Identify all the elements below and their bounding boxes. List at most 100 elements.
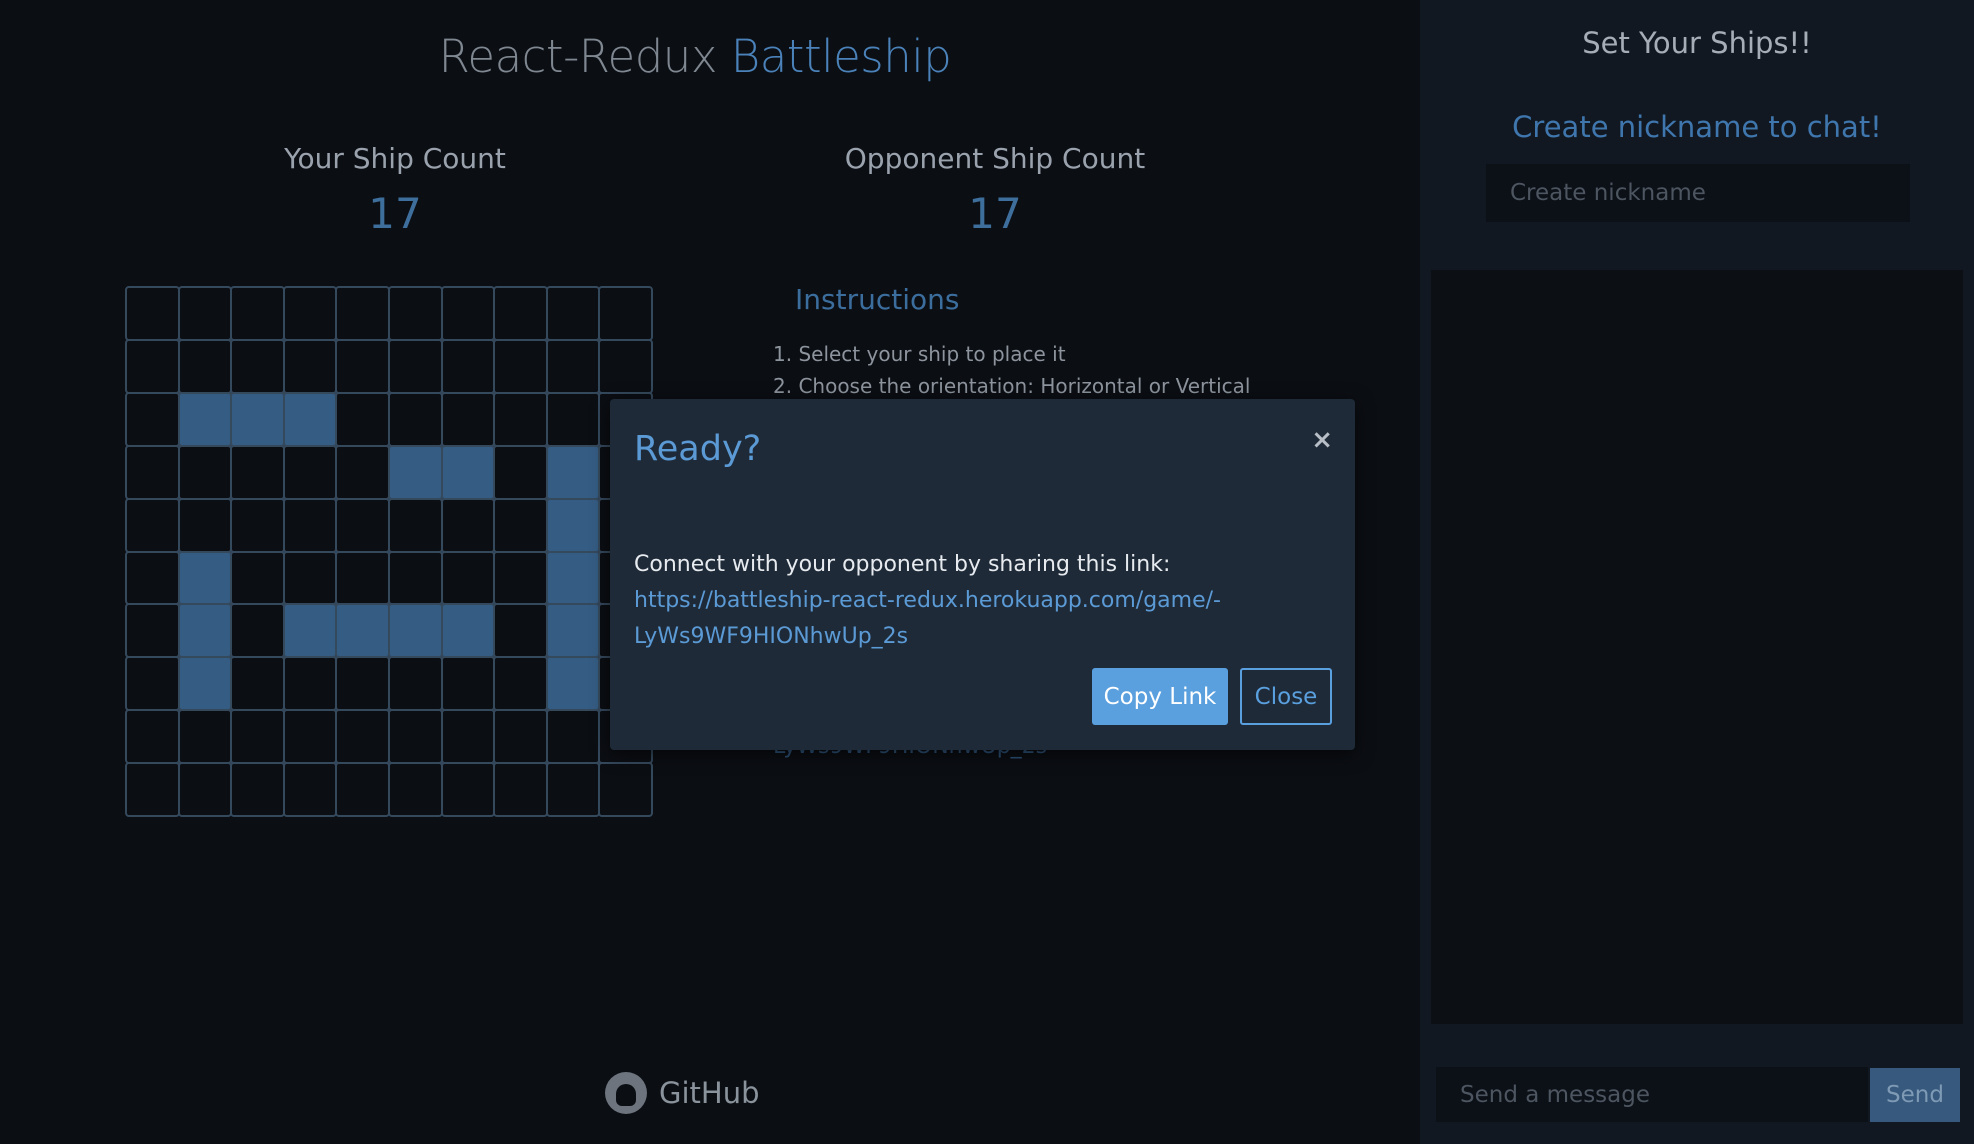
- board-cell[interactable]: [125, 391, 180, 447]
- nickname-input[interactable]: [1486, 164, 1910, 222]
- board-cell-ship[interactable]: [440, 603, 496, 659]
- board-cell-ship[interactable]: [177, 656, 233, 712]
- board-cell-ship[interactable]: [545, 656, 601, 712]
- board-cell[interactable]: [230, 444, 285, 500]
- board-cell[interactable]: [493, 391, 548, 447]
- board-cell[interactable]: [335, 497, 390, 553]
- board-cell[interactable]: [493, 444, 548, 500]
- board-cell[interactable]: [230, 497, 285, 553]
- board-cell[interactable]: [230, 709, 285, 765]
- board-cell[interactable]: [282, 762, 338, 817]
- board-cell[interactable]: [545, 391, 601, 447]
- board-cell[interactable]: [282, 497, 338, 553]
- board-cell[interactable]: [335, 762, 390, 817]
- board-cell[interactable]: [387, 762, 443, 817]
- board-cell[interactable]: [230, 338, 285, 394]
- message-input[interactable]: [1436, 1067, 1868, 1122]
- board-cell[interactable]: [125, 338, 180, 394]
- copy-link-button[interactable]: Copy Link: [1092, 668, 1228, 725]
- board-cell[interactable]: [282, 709, 338, 765]
- board-cell[interactable]: [335, 338, 390, 394]
- board-cell[interactable]: [282, 550, 338, 606]
- board-cell[interactable]: [387, 286, 443, 341]
- board-cell[interactable]: [493, 762, 548, 817]
- board-cell[interactable]: [598, 338, 653, 394]
- board-cell-ship[interactable]: [177, 603, 233, 659]
- board-cell[interactable]: [125, 286, 180, 341]
- board-cell[interactable]: [230, 286, 285, 341]
- board-cell[interactable]: [125, 603, 180, 659]
- board-cell-ship[interactable]: [177, 391, 233, 447]
- board-cell[interactable]: [545, 709, 601, 765]
- board-cell-ship[interactable]: [545, 497, 601, 553]
- board-cell-ship[interactable]: [282, 391, 338, 447]
- board-cell[interactable]: [282, 338, 338, 394]
- board-cell[interactable]: [335, 550, 390, 606]
- board-cell-ship[interactable]: [545, 444, 601, 500]
- board-cell[interactable]: [335, 444, 390, 500]
- board-cell-ship[interactable]: [387, 444, 443, 500]
- board-cell[interactable]: [493, 603, 548, 659]
- board-cell[interactable]: [230, 762, 285, 817]
- board-cell[interactable]: [230, 550, 285, 606]
- board-cell[interactable]: [387, 709, 443, 765]
- board-cell-ship[interactable]: [387, 603, 443, 659]
- board-cell[interactable]: [230, 603, 285, 659]
- board-cell-ship[interactable]: [440, 444, 496, 500]
- board-cell[interactable]: [545, 762, 601, 817]
- board-cell[interactable]: [440, 709, 496, 765]
- board-cell[interactable]: [125, 709, 180, 765]
- board-cell-ship[interactable]: [282, 603, 338, 659]
- board-cell[interactable]: [598, 762, 653, 817]
- board-cell[interactable]: [440, 762, 496, 817]
- board-cell[interactable]: [545, 286, 601, 341]
- board-cell[interactable]: [493, 550, 548, 606]
- board-cell[interactable]: [282, 444, 338, 500]
- board-cell[interactable]: [230, 656, 285, 712]
- board-cell[interactable]: [493, 338, 548, 394]
- board-cell[interactable]: [440, 550, 496, 606]
- board-cell-ship[interactable]: [545, 603, 601, 659]
- share-link[interactable]: https://battleship-react-redux.herokuapp…: [634, 588, 1221, 649]
- board-cell[interactable]: [493, 286, 548, 341]
- board-cell[interactable]: [282, 286, 338, 341]
- board-cell[interactable]: [125, 656, 180, 712]
- board-cell-ship[interactable]: [230, 391, 285, 447]
- board-cell[interactable]: [125, 762, 180, 817]
- board-cell[interactable]: [387, 338, 443, 394]
- board-cell[interactable]: [125, 497, 180, 553]
- board-cell[interactable]: [387, 550, 443, 606]
- board-cell[interactable]: [177, 338, 233, 394]
- board-cell[interactable]: [440, 391, 496, 447]
- board-cell[interactable]: [598, 286, 653, 341]
- board-cell[interactable]: [545, 338, 601, 394]
- board-cell[interactable]: [125, 444, 180, 500]
- close-button[interactable]: Close: [1240, 668, 1332, 725]
- board-cell[interactable]: [177, 762, 233, 817]
- board-cell[interactable]: [125, 550, 180, 606]
- board-cell-ship[interactable]: [335, 603, 390, 659]
- board-cell[interactable]: [177, 444, 233, 500]
- board-cell[interactable]: [440, 338, 496, 394]
- board-cell[interactable]: [335, 286, 390, 341]
- board-cell[interactable]: [387, 656, 443, 712]
- board-cell[interactable]: [177, 286, 233, 341]
- board-cell[interactable]: [335, 709, 390, 765]
- board-cell[interactable]: [335, 656, 390, 712]
- board-cell[interactable]: [493, 497, 548, 553]
- board-cell[interactable]: [440, 656, 496, 712]
- board-cell[interactable]: [177, 497, 233, 553]
- board-cell[interactable]: [493, 709, 548, 765]
- board-cell[interactable]: [493, 656, 548, 712]
- github-link[interactable]: GitHub: [605, 1072, 760, 1114]
- board-cell[interactable]: [440, 497, 496, 553]
- close-icon[interactable]: ×: [1311, 425, 1333, 455]
- board-cell-ship[interactable]: [545, 550, 601, 606]
- board-cell[interactable]: [440, 286, 496, 341]
- send-button[interactable]: Send: [1870, 1068, 1960, 1122]
- board-cell-ship[interactable]: [177, 550, 233, 606]
- board-cell[interactable]: [177, 709, 233, 765]
- board-cell[interactable]: [387, 391, 443, 447]
- board-cell[interactable]: [282, 656, 338, 712]
- board-cell[interactable]: [335, 391, 390, 447]
